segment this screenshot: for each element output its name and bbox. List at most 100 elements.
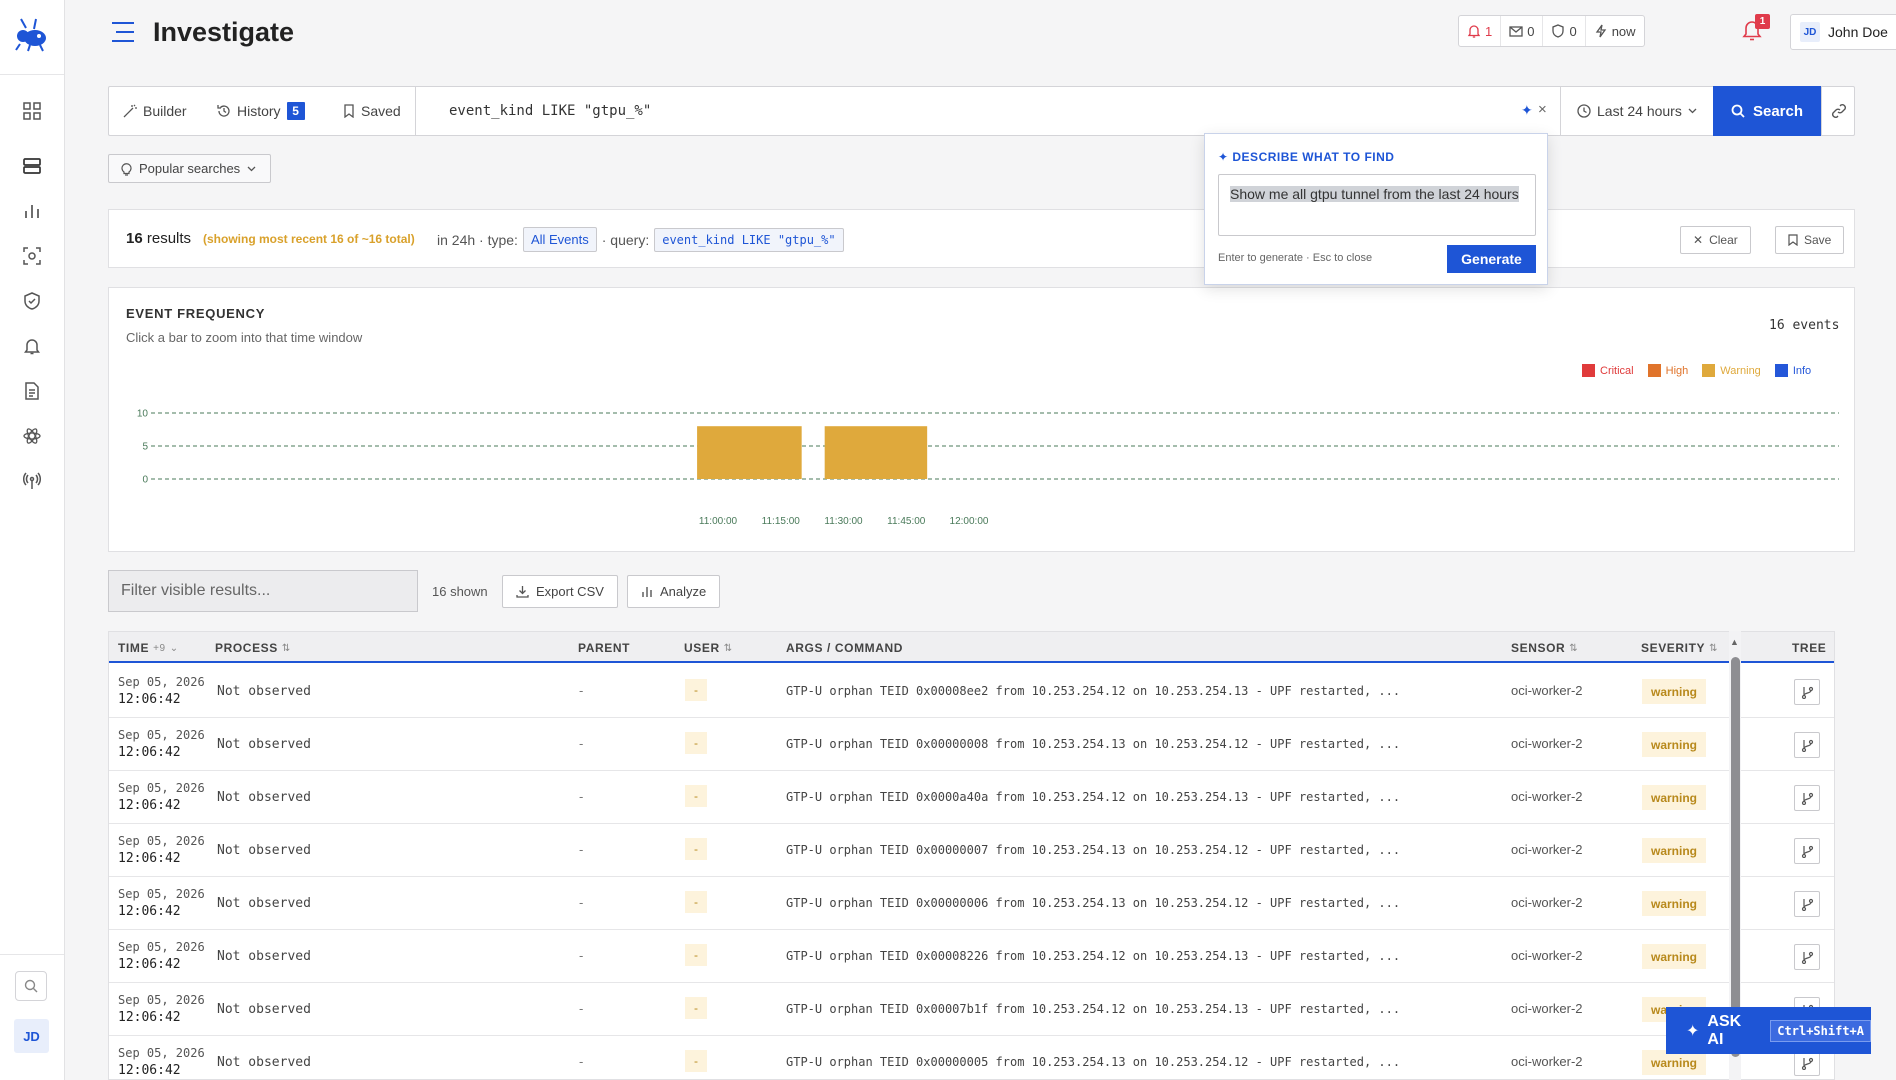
bell-icon[interactable]: [20, 334, 44, 358]
search-icon[interactable]: [15, 971, 47, 1001]
chart-legend: Critical High Warning Info: [1582, 364, 1811, 377]
status-indicators: 1 0 0 now: [1458, 15, 1645, 47]
query-input[interactable]: event_kind LIKE "gtpu_%": [439, 87, 1629, 135]
filter-results-input[interactable]: Filter visible results...: [108, 570, 418, 612]
bolt-icon: [1595, 24, 1606, 38]
ask-ai-button[interactable]: ✦ ASK AI Ctrl+Shift+A: [1666, 1007, 1871, 1054]
col-severity[interactable]: SEVERITY ⇅: [1641, 641, 1718, 655]
bar-chart-icon: [642, 586, 652, 597]
scan-icon[interactable]: [20, 244, 44, 268]
table-header: TIME +9 ⌄ PROCESS ⇅ PARENT USER ⇅ ARGS / COM…: [109, 632, 1834, 663]
clear-button[interactable]: ✕ Clear: [1680, 226, 1751, 254]
col-sensor[interactable]: SENSOR ⇅: [1511, 641, 1578, 655]
builder-tab[interactable]: Builder: [123, 87, 187, 135]
row-user: -: [685, 944, 707, 966]
scrollbar-thumb[interactable]: [1731, 657, 1740, 1057]
legend-item-info[interactable]: Info: [1774, 364, 1811, 377]
legend-item-critical[interactable]: Critical: [1582, 364, 1634, 377]
user-menu[interactable]: JD John Doe: [1790, 14, 1896, 50]
table-row[interactable]: Sep 05, 2026 12:06:42 Not observed - - GTP-U …: [109, 665, 1834, 718]
row-args: GTP-U orphan TEID 0x0000a40a from 10.253…: [786, 790, 1401, 804]
shield-status[interactable]: 0: [1543, 16, 1586, 46]
dashboard-icon[interactable]: [20, 99, 44, 123]
save-button[interactable]: Save: [1775, 226, 1845, 254]
row-user: -: [685, 785, 707, 807]
row-severity-badge: warning: [1642, 838, 1707, 863]
analyze-button[interactable]: Analyze: [627, 575, 721, 608]
search-button[interactable]: Search: [1713, 86, 1821, 136]
antenna-icon[interactable]: [20, 469, 44, 493]
file-icon[interactable]: [20, 379, 44, 403]
share-link-icon[interactable]: [1821, 87, 1855, 135]
search-icon: [1731, 104, 1745, 118]
row-sensor: oci-worker-2: [1511, 683, 1583, 698]
mail-status[interactable]: 0: [1501, 16, 1544, 46]
user-name: John Doe: [1828, 24, 1888, 40]
row-severity-badge: warning: [1642, 785, 1707, 810]
col-time[interactable]: TIME +9 ⌄: [118, 641, 179, 655]
app-logo[interactable]: [12, 16, 52, 52]
avatar[interactable]: JD: [14, 1019, 49, 1053]
col-process[interactable]: PROCESS ⇅: [215, 641, 291, 655]
table-row[interactable]: Sep 05, 2026 12:06:42 Not observed - - GTP-U …: [109, 983, 1834, 1036]
results-table: TIME +9 ⌄ PROCESS ⇅ PARENT USER ⇅ ARGS / COM…: [108, 631, 1835, 1080]
col-tree: TREE: [1792, 641, 1827, 655]
bar-chart-icon[interactable]: [20, 199, 44, 223]
saved-label: Saved: [361, 103, 401, 119]
table-row[interactable]: Sep 05, 2026 12:06:42 Not observed - - GTP-U …: [109, 877, 1834, 930]
type-chip[interactable]: All Events: [522, 227, 597, 252]
row-args: GTP-U orphan TEID 0x00000006 from 10.253…: [786, 896, 1401, 910]
table-row[interactable]: Sep 05, 2026 12:06:42 Not observed - - GTP-U …: [109, 771, 1834, 824]
col-user[interactable]: USER ⇅: [684, 641, 733, 655]
ai-sparkle-icon[interactable]: ✦: [1521, 102, 1533, 119]
chart-subtitle: Click a bar to zoom into that time windo…: [126, 330, 363, 345]
row-process: Not observed: [217, 737, 311, 752]
menu-icon[interactable]: [111, 21, 135, 43]
activity-value: now: [1611, 23, 1636, 39]
process-tree-button[interactable]: [1794, 838, 1820, 864]
table-row[interactable]: Sep 05, 2026 12:06:42 Not observed - - GTP-U …: [109, 718, 1834, 771]
popular-searches-button[interactable]: Popular searches: [108, 154, 272, 183]
table-row[interactable]: Sep 05, 2026 12:06:42 Not observed - - GTP-U …: [109, 1036, 1834, 1079]
process-tree-button[interactable]: [1794, 785, 1820, 811]
generate-button[interactable]: Generate: [1447, 245, 1536, 273]
time-range-select[interactable]: Last 24 hours: [1577, 87, 1697, 135]
legend-swatch: [1582, 364, 1595, 377]
row-process: Not observed: [217, 1055, 311, 1070]
row-args: GTP-U orphan TEID 0x00008226 from 10.253…: [786, 949, 1401, 963]
sidebar: JD: [0, 0, 65, 1080]
export-csv-button[interactable]: Export CSV: [502, 575, 618, 608]
saved-tab[interactable]: Saved: [343, 87, 401, 135]
row-sensor: oci-worker-2: [1511, 789, 1583, 804]
row-parent: -: [579, 948, 584, 963]
process-tree-button[interactable]: [1794, 891, 1820, 917]
legend-item-high[interactable]: High: [1647, 364, 1688, 377]
x-tick-label: 11:15:00: [762, 516, 801, 527]
download-icon: [516, 586, 529, 598]
lightbulb-icon: [121, 162, 132, 176]
time-range-label: Last 24 hours: [1597, 103, 1682, 119]
query-bar: Builder History 5 Saved event_kind LIKE "…: [108, 86, 1855, 136]
ai-prompt-textarea[interactable]: Show me all gtpu tunnel from the last 24…: [1218, 174, 1536, 236]
alerts-status[interactable]: 1: [1459, 16, 1502, 46]
sort-icon: ⇅: [723, 642, 733, 654]
activity-status[interactable]: now: [1586, 16, 1644, 46]
chart-bar[interactable]: [824, 426, 928, 479]
chart-bar[interactable]: [697, 426, 802, 479]
process-tree-button[interactable]: [1794, 679, 1820, 705]
history-tab[interactable]: History 5: [217, 87, 305, 135]
table-row[interactable]: Sep 05, 2026 12:06:42 Not observed - - GTP-U …: [109, 930, 1834, 983]
row-parent: -: [579, 789, 584, 804]
git-branch-icon: [1801, 792, 1813, 805]
process-tree-button[interactable]: [1794, 732, 1820, 758]
atom-icon[interactable]: [20, 424, 44, 448]
table-row[interactable]: Sep 05, 2026 12:06:42 Not observed - - GTP-U …: [109, 824, 1834, 877]
shield-count: 0: [1569, 23, 1577, 39]
row-time: Sep 05, 2026 12:06:42: [118, 781, 205, 813]
query-chip[interactable]: event_kind LIKE "gtpu_%": [654, 227, 844, 252]
legend-item-warning[interactable]: Warning: [1702, 364, 1761, 377]
process-tree-button[interactable]: [1794, 944, 1820, 970]
clear-query-icon[interactable]: ×: [1538, 101, 1547, 118]
server-icon[interactable]: [20, 154, 44, 178]
shield-icon[interactable]: [20, 289, 44, 313]
